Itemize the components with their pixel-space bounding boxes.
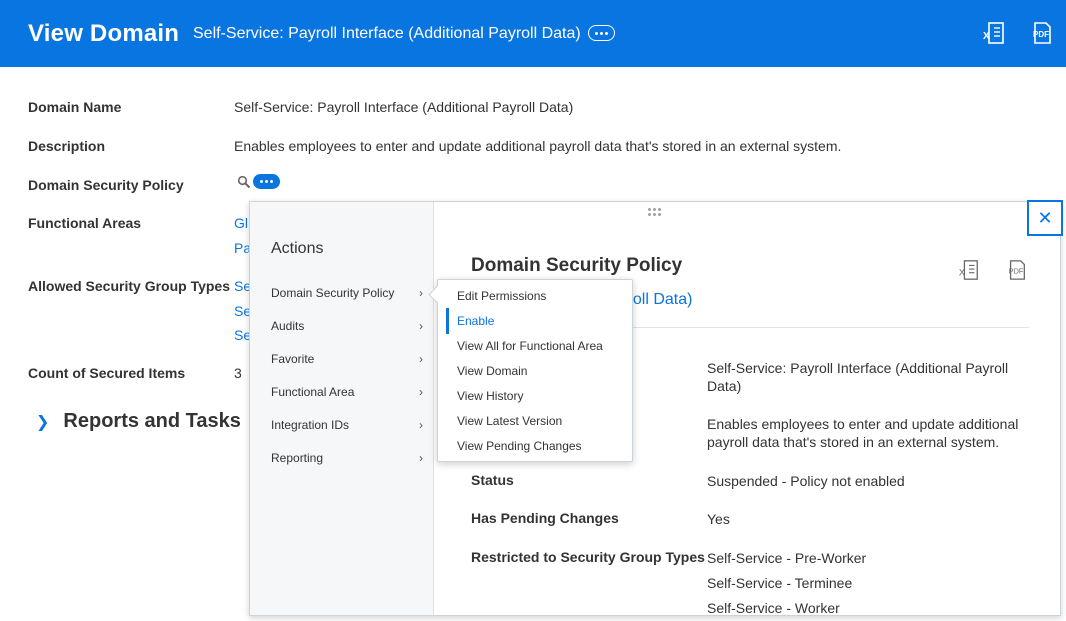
active-indicator	[446, 308, 449, 334]
action-item-audits[interactable]: Audits ›	[271, 319, 423, 333]
chevron-right-icon: ›	[419, 286, 423, 300]
policy-actions	[237, 174, 280, 189]
count-secured-items-label: Count of Secured Items	[28, 365, 186, 381]
domain-name-value: Self-Service: Payroll Interface (Additio…	[234, 99, 574, 115]
detail-title: Domain Security Policy	[471, 255, 683, 276]
svg-text:X: X	[983, 31, 990, 42]
action-item-label: Reporting	[271, 451, 324, 465]
policy-related-actions-button[interactable]	[253, 174, 280, 189]
page-subtitle: Self-Service: Payroll Interface (Additio…	[193, 25, 581, 42]
chevron-right-icon: ❯	[36, 413, 50, 431]
ellipsis-icon	[595, 31, 598, 35]
actions-heading: Actions	[271, 240, 324, 257]
search-icon[interactable]	[237, 175, 251, 189]
action-item-functional-area[interactable]: Functional Area ›	[271, 385, 423, 399]
related-actions-popup: Actions Domain Security Policy › Audits …	[249, 201, 1061, 616]
action-item-label: Audits	[271, 319, 305, 333]
action-item-favorite[interactable]: Favorite ›	[271, 352, 423, 366]
status-value: Suspended - Policy not enabled	[707, 473, 905, 489]
close-icon: ✕	[1037, 207, 1053, 228]
allowed-security-group-types-label: Allowed Security Group Types	[28, 278, 231, 294]
chevron-right-icon: ›	[419, 418, 423, 432]
excel-export-icon[interactable]: X	[982, 21, 1006, 45]
action-item-label: Favorite	[271, 352, 315, 366]
pdf-export-icon[interactable]: PDF	[1006, 259, 1028, 281]
svg-text:X: X	[959, 268, 965, 278]
description-value: Enables employees to enter and update ad…	[234, 138, 842, 154]
restricted-group-type-link[interactable]: Self-Service - Worker	[707, 599, 1027, 615]
svg-text:PDF: PDF	[1033, 30, 1049, 39]
submenu-item-view-pending-changes[interactable]: View Pending Changes	[457, 439, 582, 453]
action-item-domain-security-policy[interactable]: Domain Security Policy ›	[271, 286, 423, 300]
restricted-group-type-link[interactable]: Self-Service - Terminee	[707, 574, 1027, 592]
reports-and-tasks-label: Reports and Tasks	[63, 410, 241, 432]
submenu-item-view-domain[interactable]: View Domain	[457, 364, 527, 378]
excel-export-icon[interactable]: X	[958, 259, 980, 281]
has-pending-changes-label: Has Pending Changes	[471, 510, 619, 526]
action-item-integration-ids[interactable]: Integration IDs ›	[271, 418, 423, 432]
detail-domain-link[interactable]: Self-Service: Payroll Interface (Additio…	[707, 359, 1027, 395]
functional-area-link[interactable]: Gl	[234, 215, 248, 231]
chevron-right-icon: ›	[419, 319, 423, 333]
domain-name-label: Domain Name	[28, 99, 122, 115]
chevron-right-icon: ›	[419, 385, 423, 399]
has-pending-changes-value: Yes	[707, 511, 730, 527]
submenu-item-edit-permissions[interactable]: Edit Permissions	[457, 289, 546, 303]
drag-handle-icon[interactable]	[648, 208, 661, 216]
related-actions-button[interactable]	[588, 25, 615, 41]
submenu-item-view-latest-version[interactable]: View Latest Version	[457, 414, 562, 428]
submenu-item-enable[interactable]: Enable	[457, 314, 494, 328]
functional-areas-label: Functional Areas	[28, 215, 142, 231]
actions-panel: Actions Domain Security Policy › Audits …	[250, 202, 434, 615]
page-header: View Domain Self-Service: Payroll Interf…	[0, 0, 1066, 67]
ellipsis-icon	[260, 180, 263, 183]
page-title: View Domain	[28, 20, 180, 47]
domain-security-policy-submenu: Edit Permissions Enable View All for Fun…	[437, 279, 633, 462]
description-label: Description	[28, 138, 106, 154]
close-button[interactable]: ✕	[1027, 200, 1063, 236]
submenu-item-view-all-functional-area[interactable]: View All for Functional Area	[457, 339, 603, 353]
chevron-right-icon: ›	[419, 451, 423, 465]
chevron-right-icon: ›	[419, 352, 423, 366]
restricted-group-types-label: Restricted to Security Group Types	[471, 549, 705, 565]
action-item-label: Functional Area	[271, 385, 355, 399]
reports-and-tasks-toggle[interactable]: ❯ Reports and Tasks	[36, 410, 241, 433]
detail-description-value: Enables employees to enter and update ad…	[707, 416, 1019, 450]
action-item-reporting[interactable]: Reporting ›	[271, 451, 423, 465]
restricted-group-type-link[interactable]: Self-Service - Pre-Worker	[707, 549, 1027, 567]
action-item-label: Domain Security Policy	[271, 286, 395, 300]
domain-security-policy-label: Domain Security Policy	[28, 177, 184, 193]
action-item-label: Integration IDs	[271, 418, 350, 432]
pdf-export-icon[interactable]: PDF	[1030, 21, 1054, 45]
svg-text:PDF: PDF	[1009, 267, 1024, 276]
submenu-item-view-history[interactable]: View History	[457, 389, 523, 403]
count-secured-items-value: 3	[234, 365, 242, 381]
status-label: Status	[471, 472, 514, 488]
